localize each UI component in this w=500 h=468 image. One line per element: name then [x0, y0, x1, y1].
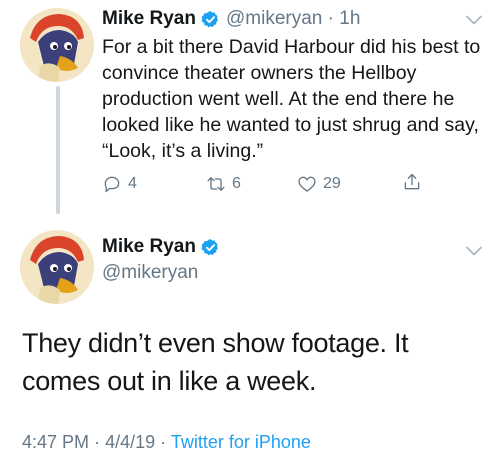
avatar-image: [20, 230, 94, 304]
separator: ·: [160, 432, 167, 452]
verified-badge-icon: [201, 11, 219, 28]
separator: ·: [327, 8, 334, 29]
date[interactable]: 4/4/19: [105, 432, 155, 452]
share-button[interactable]: [402, 172, 428, 192]
timestamp[interactable]: 4:47 PM: [22, 432, 89, 452]
reply-count: 4: [128, 175, 137, 192]
verified-badge-icon: [201, 239, 219, 256]
avatar[interactable]: [20, 230, 94, 304]
chevron-down-icon[interactable]: [466, 246, 482, 256]
chevron-down-icon[interactable]: [466, 15, 482, 25]
like-count: 29: [323, 175, 341, 192]
thread-line: [56, 86, 60, 214]
handle[interactable]: @mikeryan: [226, 8, 322, 29]
retweet-button[interactable]: 6: [206, 174, 241, 194]
retweet-count: 6: [232, 175, 241, 192]
handle-and-time[interactable]: @mikeryan · 1h: [226, 8, 360, 30]
tweet-text: For a bit there David Harbour did his be…: [102, 36, 481, 162]
avatar-image: [20, 8, 94, 82]
time-ago[interactable]: 1h: [339, 8, 360, 29]
separator: ·: [94, 432, 101, 452]
like-button[interactable]: 29: [297, 174, 341, 194]
avatar[interactable]: [20, 8, 94, 82]
share-icon: [404, 173, 420, 190]
reply-icon: [104, 176, 120, 193]
tweet-text: They didn’t even show footage. It comes …: [22, 328, 409, 396]
display-name[interactable]: Mike Ryan: [102, 236, 196, 258]
reply-button[interactable]: 4: [102, 174, 137, 194]
retweet-icon: [207, 177, 225, 191]
heart-icon: [298, 176, 316, 192]
display-name[interactable]: Mike Ryan: [102, 8, 196, 30]
tweet-meta: 4:47 PM · 4/4/19 · Twitter for iPhone: [22, 432, 311, 453]
source-link[interactable]: Twitter for iPhone: [171, 432, 311, 452]
handle[interactable]: @mikeryan: [102, 262, 198, 284]
